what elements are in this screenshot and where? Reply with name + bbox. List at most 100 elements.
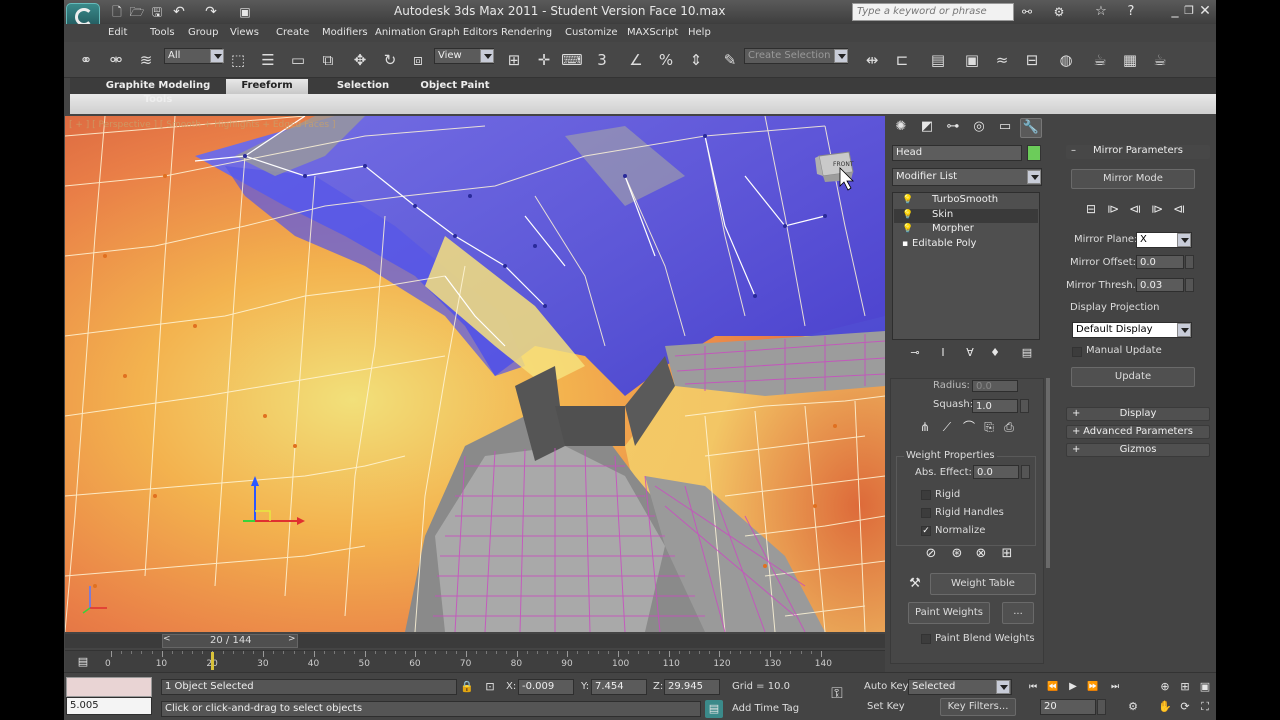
material-editor-icon[interactable]: ◍ — [1054, 49, 1078, 71]
mirror-plane-arrow[interactable] — [1177, 233, 1191, 247]
mirror-icon[interactable]: ⇹ — [860, 49, 884, 71]
modifier-list-arrow[interactable] — [1027, 170, 1041, 184]
window-crossing-icon[interactable]: ⧉ — [316, 49, 340, 71]
graphite-toggle-icon[interactable]: ▣ — [960, 49, 984, 71]
menu-views[interactable]: Views — [230, 27, 259, 38]
go-to-start-icon[interactable]: ⏮ — [1024, 678, 1042, 696]
reference-coord-arrow[interactable] — [480, 49, 494, 63]
rect-selection-icon[interactable]: ▭ — [286, 49, 310, 71]
mirror-paste-icon[interactable]: ⊟ — [1082, 200, 1100, 218]
hook-icon[interactable]: ⌒ — [960, 418, 978, 436]
menu-rendering[interactable]: Rendering — [501, 27, 552, 38]
modifier-list-dropdown[interactable]: Modifier List — [892, 168, 1042, 186]
go-to-end-icon[interactable]: ⏭ — [1106, 678, 1124, 696]
current-frame-spinner[interactable] — [1097, 699, 1106, 715]
ribbon-tab-freeform[interactable]: Freeform — [226, 79, 308, 94]
mirror-parameters-header[interactable]: – Mirror Parameters — [1066, 145, 1210, 159]
mirror-thresh-field[interactable]: 0.03 — [1136, 278, 1184, 292]
maxscript-listener-top[interactable] — [66, 677, 152, 697]
gizmos-rollout-header[interactable]: + Gizmos — [1066, 443, 1210, 457]
edit-named-sets-icon[interactable]: ✎ — [718, 49, 742, 71]
mirror-offset-spinner[interactable] — [1185, 255, 1194, 269]
maxscript-listener-bottom[interactable]: 5.005 — [66, 697, 152, 715]
select-rotate-icon[interactable]: ↻ — [378, 49, 402, 71]
menu-customize[interactable]: Customize — [565, 27, 618, 38]
display-tab-icon[interactable]: ▭ — [994, 118, 1016, 138]
menu-group[interactable]: Group — [188, 27, 218, 38]
utilities-tab-icon[interactable]: 🔧 — [1020, 118, 1042, 138]
key-selection-arrow[interactable] — [996, 680, 1010, 694]
rigid-handles-checkbox[interactable] — [921, 508, 931, 518]
open-mini-curve-editor-icon[interactable]: ▤ — [74, 653, 92, 671]
spinner-snap-icon[interactable]: ⇕ — [684, 49, 708, 71]
menu-create[interactable]: Create — [276, 27, 309, 38]
key-filters-button[interactable]: Key Filters... — [940, 698, 1016, 716]
menu-maxscript[interactable]: MAXScript — [627, 27, 678, 38]
save-icon[interactable]: 🖫 — [148, 3, 166, 21]
set-key-button[interactable]: Set Key — [867, 701, 905, 712]
paint-tool-icon[interactable]: ⋔ — [916, 418, 934, 436]
open-folder-icon[interactable]: 🗁 — [128, 3, 146, 21]
time-tag-icon[interactable]: ▤ — [705, 700, 723, 718]
normalize-checkbox[interactable]: ✓ — [921, 526, 931, 536]
paste-blue-bones-icon[interactable]: ⧏ — [1170, 200, 1188, 218]
squash-spinner[interactable] — [1020, 399, 1029, 413]
view-cube-label[interactable]: FRONT — [833, 161, 854, 168]
viewport-perspective[interactable]: [ + ] [ Perspective ] [ Smooth + Highlig… — [65, 116, 885, 632]
named-selection-dropdown[interactable]: Create Selection Se — [744, 48, 848, 64]
weight-tool-1-icon[interactable]: ⊘ — [922, 545, 940, 563]
named-selection-arrow[interactable] — [834, 49, 848, 63]
help-icon[interactable]: ? — [1122, 3, 1140, 21]
snap-3d-icon[interactable]: 3 — [590, 49, 614, 71]
menu-modifiers[interactable]: Modifiers — [322, 27, 368, 38]
mirror-thresh-spinner[interactable] — [1185, 278, 1194, 292]
close-icon[interactable]: ✕ — [1196, 2, 1214, 20]
viewport-label[interactable]: [ + ] [ Perspective ] [ Smooth + Highlig… — [69, 120, 335, 130]
angle-snap-icon[interactable]: ∠ — [624, 49, 648, 71]
keyboard-shortcut-icon[interactable]: ⌨ — [560, 49, 584, 71]
display-projection-dropdown[interactable]: Default Display — [1072, 322, 1192, 338]
menu-edit[interactable]: Edit — [108, 27, 127, 38]
project-folder-icon[interactable]: ▣ — [236, 3, 254, 21]
paste-green-bones-icon[interactable]: ⧐ — [1148, 200, 1166, 218]
modifier-stack-item[interactable]: 💡 TurboSmooth — [894, 194, 1038, 208]
rendered-frame-icon[interactable]: ▦ — [1118, 49, 1142, 71]
undo-icon[interactable]: ↶ — [170, 3, 188, 21]
modify-tab-icon[interactable]: ◩ — [916, 118, 938, 138]
y-coord-field[interactable]: 7.454 — [591, 679, 647, 695]
modifier-stack-item[interactable]: ▪ Editable Poly — [894, 238, 1038, 252]
modifier-stack-item[interactable]: 💡 Skin — [894, 208, 1038, 223]
select-scale-icon[interactable]: ⧈ — [406, 49, 430, 71]
orbit-icon[interactable]: ⟳ — [1176, 698, 1194, 716]
communication-icon[interactable]: ⚙ — [1050, 3, 1068, 21]
modifier-bulb-icon[interactable]: 💡 — [902, 210, 913, 220]
pan-icon[interactable]: ✋ — [1156, 698, 1174, 716]
redo-icon[interactable]: ↷ — [202, 3, 220, 21]
maximize-viewport-icon[interactable]: ⛶ — [1196, 698, 1214, 716]
search-input[interactable]: Type a keyword or phrase — [852, 3, 1014, 21]
display-projection-arrow[interactable] — [1177, 323, 1191, 337]
time-config-icon[interactable]: ⚙ — [1124, 698, 1142, 716]
set-key-mode-icon[interactable]: ⚿ — [828, 684, 846, 702]
align-icon[interactable]: ⊏ — [890, 49, 914, 71]
render-setup-icon[interactable]: ☕ — [1088, 49, 1112, 71]
modifier-bulb-icon[interactable]: 💡 — [902, 195, 913, 205]
rigid-checkbox[interactable] — [921, 490, 931, 500]
hierarchy-tab-icon[interactable]: ⊶ — [942, 118, 964, 138]
show-end-result-icon[interactable]: I — [934, 344, 952, 362]
weight-tool-4-icon[interactable]: ⊞ — [998, 545, 1016, 563]
lock-selection-icon[interactable]: 🔒 — [458, 678, 476, 696]
star-icon[interactable]: ☆ — [1092, 3, 1110, 21]
curve-editor-icon[interactable]: ≈ — [990, 49, 1014, 71]
select-object-icon[interactable]: ⬚ — [226, 49, 250, 71]
percent-snap-icon[interactable]: % — [654, 49, 678, 71]
paint-options-button[interactable]: ... — [1002, 602, 1034, 624]
select-move-icon[interactable]: ✥ — [348, 49, 372, 71]
add-time-tag[interactable]: Add Time Tag — [732, 703, 799, 714]
weight-tool-3-icon[interactable]: ⊗ — [972, 545, 990, 563]
zoom-icon[interactable]: ⊕ — [1156, 678, 1174, 696]
z-coord-field[interactable]: 29.945 — [664, 679, 720, 695]
render-icon[interactable]: ☕ — [1148, 49, 1172, 71]
next-frame-icon[interactable]: ⏩ — [1084, 678, 1102, 696]
zoom-extents-icon[interactable]: ▣ — [1196, 678, 1214, 696]
